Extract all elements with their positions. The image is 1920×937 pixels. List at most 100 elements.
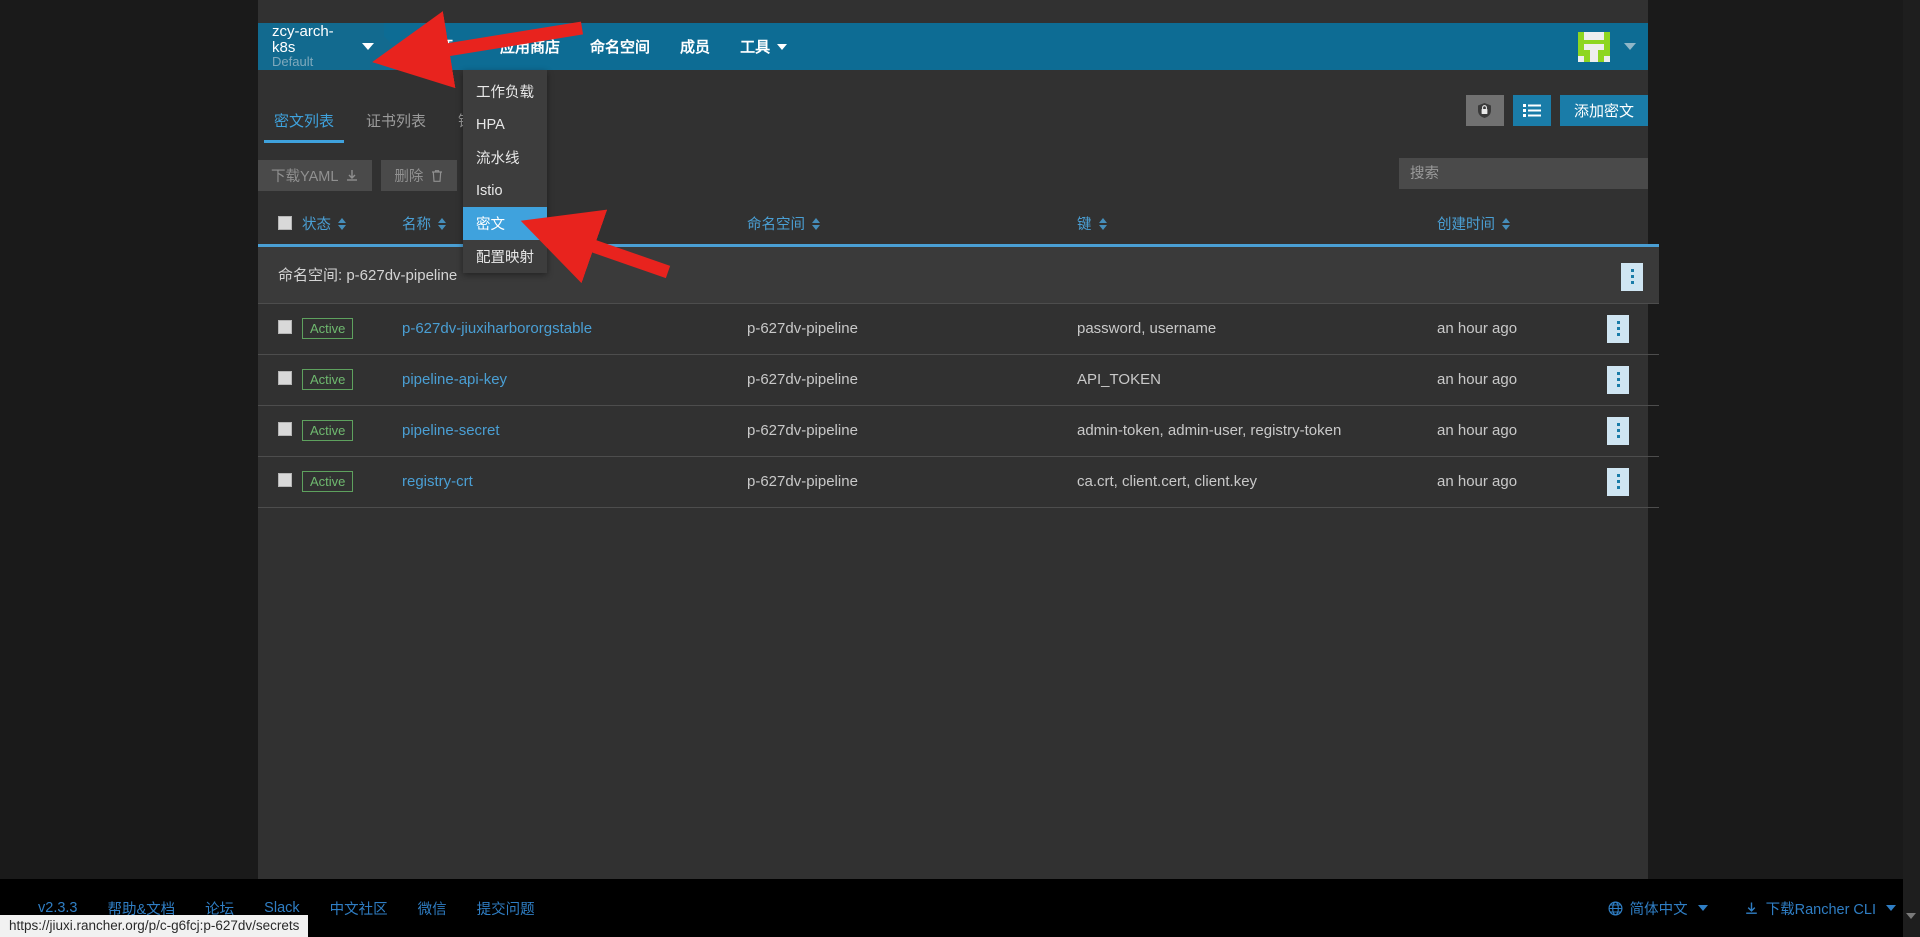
- footer-right: 简体中文 下载Rancher CLI: [1608, 898, 1896, 919]
- menu-item-configmaps[interactable]: 配置映射: [463, 240, 547, 273]
- column-header-status[interactable]: 状态: [302, 207, 402, 247]
- column-label: 状态: [302, 217, 331, 233]
- scroll-down-arrow-icon[interactable]: [1906, 913, 1916, 919]
- download-yaml-label: 下载YAML: [271, 169, 339, 185]
- created-value: an hour ago: [1437, 422, 1518, 439]
- table-row[interactable]: Active registry-crt p-627dv-pipeline ca.…: [258, 456, 1659, 508]
- row-actions-menu[interactable]: [1607, 467, 1629, 496]
- keys-value: API_TOKEN: [1077, 371, 1161, 388]
- list-view-button[interactable]: [1512, 95, 1551, 126]
- column-header-actions: [1607, 207, 1659, 247]
- row-checkbox[interactable]: [278, 370, 292, 385]
- page-scrollbar[interactable]: [1903, 0, 1920, 937]
- menu-item-label: 密文: [476, 217, 505, 233]
- row-actions-menu[interactable]: [1607, 365, 1629, 394]
- secret-name-link[interactable]: pipeline-api-key: [402, 371, 507, 388]
- footer-link-chinese-community[interactable]: 中文社区: [330, 898, 388, 919]
- keys-value: ca.crt, client.cert, client.key: [1077, 473, 1258, 490]
- chevron-down-icon: [460, 43, 471, 50]
- chevron-down-icon: [1886, 905, 1896, 911]
- add-secret-label: 添加密文: [1573, 103, 1634, 120]
- group-prefix: 命名空间:: [278, 267, 343, 285]
- row-actions-menu[interactable]: [1607, 416, 1629, 445]
- row-actions-menu[interactable]: [1607, 314, 1629, 343]
- footer-link-version[interactable]: v2.3.3: [38, 900, 78, 916]
- footer-link-wechat[interactable]: 微信: [418, 898, 447, 919]
- column-label: 名称: [402, 217, 431, 233]
- status-badge: Active: [302, 470, 354, 493]
- sort-icon: [438, 217, 446, 230]
- chevron-down-icon: [1624, 43, 1636, 50]
- nav-label: 工具: [740, 39, 771, 56]
- tab-secrets[interactable]: 密文列表: [258, 110, 350, 143]
- menu-item-pipelines[interactable]: 流水线: [463, 141, 547, 174]
- download-icon: [347, 169, 358, 181]
- cluster-project-switcher[interactable]: zcy-arch-k8s Default: [258, 23, 384, 70]
- chevron-down-icon: [362, 43, 374, 50]
- group-actions-menu[interactable]: [1621, 262, 1643, 291]
- namespace-value: p-627dv-pipeline: [747, 320, 858, 337]
- menu-item-label: 配置映射: [476, 250, 534, 266]
- nav-item-namespaces[interactable]: 命名空间: [575, 23, 665, 70]
- column-label: 命名空间: [747, 217, 805, 233]
- namespace-value: p-627dv-pipeline: [747, 473, 858, 490]
- top-header: zcy-arch-k8s Default 资源 应用商店 命名空间 成员 工具: [258, 23, 1648, 70]
- row-checkbox[interactable]: [278, 472, 292, 487]
- footer-link-file-issue[interactable]: 提交问题: [477, 898, 535, 919]
- delete-button[interactable]: 删除: [381, 160, 458, 191]
- table-row[interactable]: Active pipeline-secret p-627dv-pipeline …: [258, 405, 1659, 457]
- menu-item-secrets[interactable]: 密文: [463, 207, 547, 240]
- tab-certificates[interactable]: 证书列表: [350, 110, 442, 143]
- menu-item-label: 工作负载: [476, 85, 534, 101]
- language-label: 简体中文: [1629, 901, 1688, 918]
- column-header-created[interactable]: 创建时间: [1437, 207, 1607, 247]
- toolbar-right: 添加密文: [1465, 95, 1648, 126]
- column-label: 键: [1077, 217, 1092, 233]
- download-yaml-button[interactable]: 下载YAML: [258, 160, 373, 191]
- row-checkbox[interactable]: [278, 421, 292, 436]
- nav-label: 成员: [680, 39, 711, 56]
- sort-icon: [1098, 217, 1107, 230]
- nav-item-apps[interactable]: 应用商店: [485, 23, 575, 70]
- nav-item-members[interactable]: 成员: [665, 23, 725, 70]
- secret-name-link[interactable]: pipeline-secret: [402, 422, 500, 439]
- user-menu[interactable]: [1575, 23, 1648, 70]
- globe-icon: [1608, 900, 1623, 916]
- menu-item-label: Istio: [476, 182, 503, 199]
- select-all-checkbox[interactable]: [278, 216, 292, 230]
- table-row[interactable]: Active p-627dv-jiuxiharbororgstable p-62…: [258, 303, 1659, 355]
- menu-item-hpa[interactable]: HPA: [463, 108, 547, 141]
- secret-name-link[interactable]: p-627dv-jiuxiharbororgstable: [402, 320, 592, 337]
- list-view-icon: [1522, 103, 1541, 117]
- table-row[interactable]: Active pipeline-api-key p-627dv-pipeline…: [258, 354, 1659, 406]
- nav-item-tools[interactable]: 工具: [725, 23, 802, 70]
- rancher-secrets-page: zcy-arch-k8s Default 资源 应用商店 命名空间 成员 工具: [0, 0, 1920, 937]
- row-checkbox[interactable]: [278, 319, 292, 334]
- search-input[interactable]: [1399, 158, 1648, 189]
- menu-item-istio[interactable]: Istio: [463, 174, 547, 207]
- column-header-namespace[interactable]: 命名空间: [747, 207, 1077, 247]
- sort-icon: [812, 217, 820, 230]
- secret-name-link[interactable]: registry-crt: [402, 473, 473, 490]
- chevron-down-icon: [777, 43, 788, 50]
- add-secret-button[interactable]: 添加密文: [1559, 95, 1648, 126]
- language-selector[interactable]: 简体中文: [1608, 898, 1708, 919]
- footer-link-slack[interactable]: Slack: [264, 900, 299, 916]
- menu-item-workloads[interactable]: 工作负载: [463, 75, 547, 108]
- tab-label: 密文列表: [274, 113, 335, 130]
- status-bar-url: https://jiuxi.rancher.org/p/c-g6fcj:p-62…: [0, 915, 309, 937]
- created-value: an hour ago: [1437, 473, 1518, 490]
- secure-view-button[interactable]: [1465, 95, 1504, 126]
- column-header-keys[interactable]: 键: [1077, 207, 1437, 247]
- created-value: an hour ago: [1437, 320, 1518, 337]
- sort-icon: [338, 217, 346, 230]
- tab-label: 证书列表: [366, 113, 427, 130]
- chevron-down-icon: [1697, 905, 1708, 911]
- avatar[interactable]: [1575, 27, 1613, 66]
- column-header-name[interactable]: 名称: [402, 207, 747, 247]
- download-cli-selector[interactable]: 下载Rancher CLI: [1744, 898, 1896, 919]
- column-label: 创建时间: [1437, 217, 1495, 233]
- cluster-name: zcy-arch-k8s: [272, 22, 334, 56]
- nav-item-resources[interactable]: 资源: [408, 23, 485, 70]
- table-body: 命名空间: p-627dv-pipeline Active p-627dv-ji…: [258, 245, 1659, 508]
